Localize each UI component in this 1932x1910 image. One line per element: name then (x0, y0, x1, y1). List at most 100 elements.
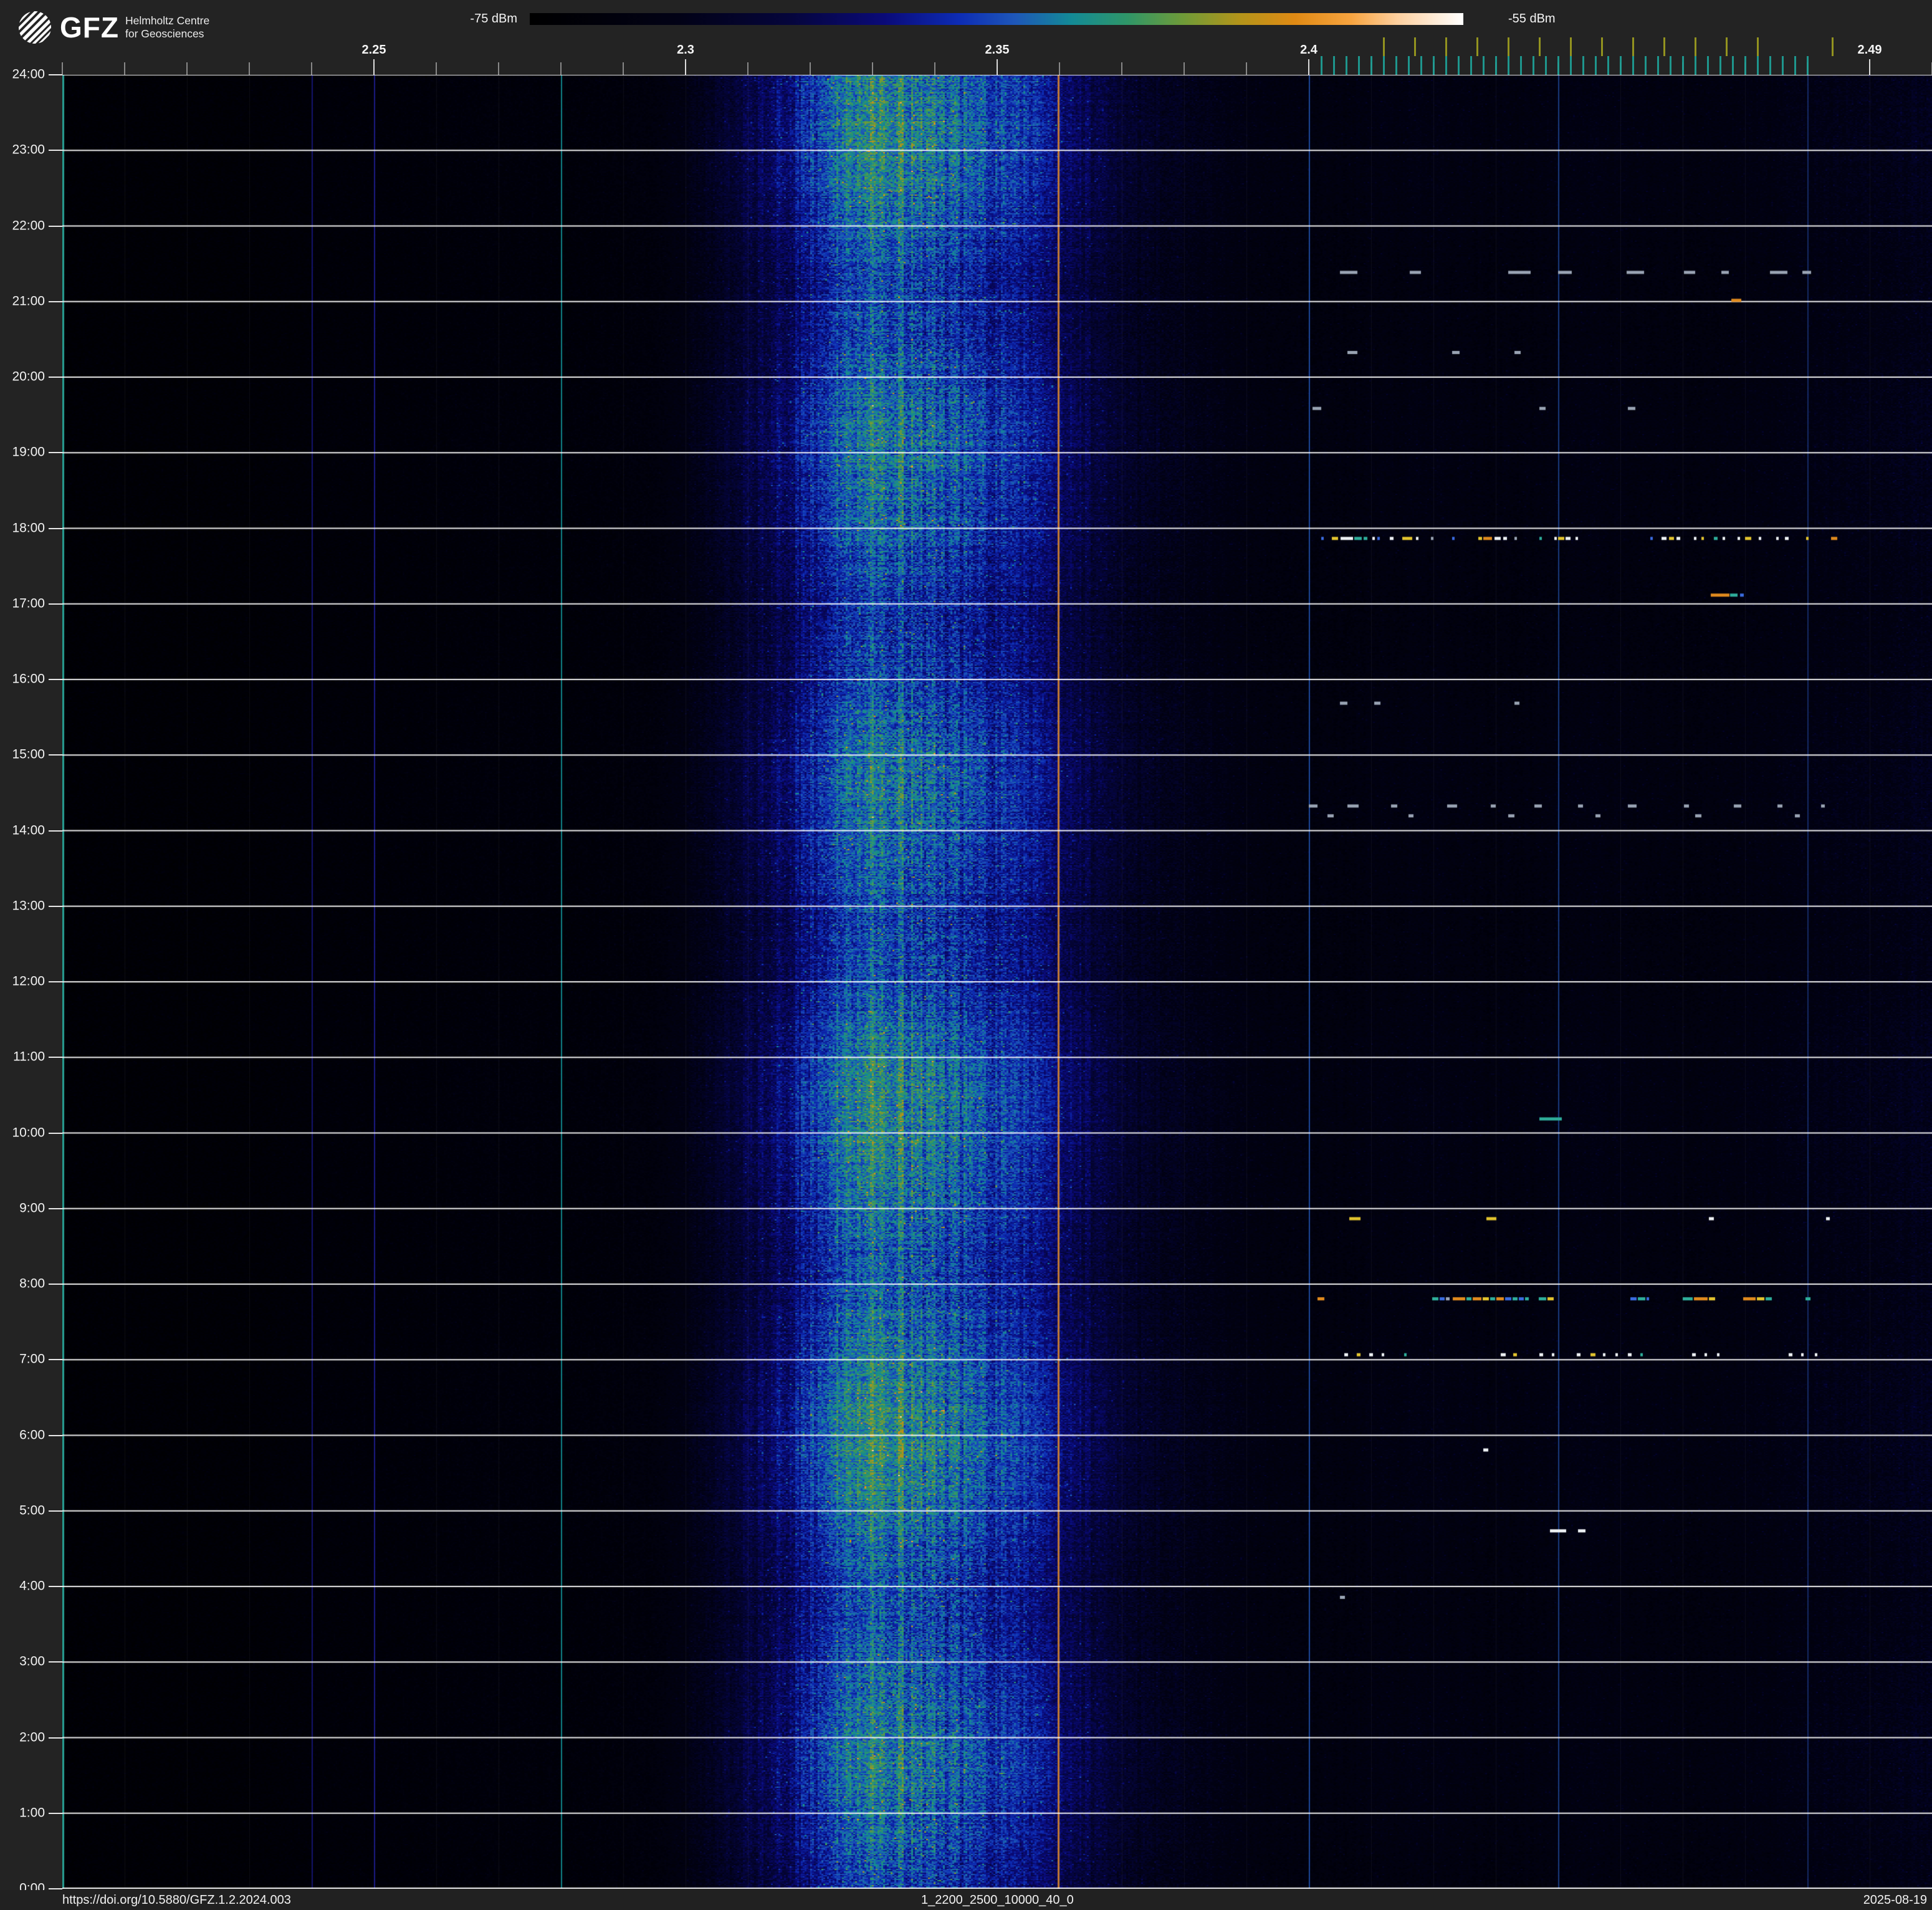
time-tick (49, 150, 62, 151)
time-tick (49, 1661, 62, 1663)
time-tick (49, 74, 62, 75)
ble-channel-tick (1731, 56, 1734, 75)
logo-institute-name: Helmholtz Centre for Geosciences (125, 14, 209, 41)
freq-label: 2.35 (985, 43, 1010, 57)
time-tick (49, 905, 62, 907)
ble-channel-tick (1382, 56, 1385, 75)
ble-channel-tick (1769, 56, 1771, 75)
ble-channel-tick (1569, 56, 1572, 75)
wifi-channel-tick (1725, 37, 1728, 56)
doi-link[interactable]: https://doi.org/10.5880/GFZ.1.2.2024.003 (62, 1890, 291, 1910)
freq-label: 2.49 (1857, 43, 1882, 57)
freq-minor-tick (436, 62, 437, 75)
ble-channel-tick (1320, 56, 1322, 75)
spectrogram-page: GFZ Helmholtz Centre for Geosciences -75… (0, 0, 1932, 1910)
time-tick (49, 603, 62, 605)
freq-major-tick (1308, 59, 1309, 75)
time-tick (49, 1207, 62, 1209)
time-label: 18:00 (12, 521, 45, 535)
time-tick (49, 225, 62, 227)
ble-channel-tick (1494, 56, 1497, 75)
wifi-channel-tick (1694, 37, 1696, 56)
time-label: 3:00 (19, 1654, 45, 1669)
freq-minor-tick (1246, 62, 1247, 75)
wifi-channel-tick (1756, 37, 1759, 56)
colorbar (530, 13, 1463, 25)
ble-channel-tick (1706, 56, 1709, 75)
ble-channel-tick (1669, 56, 1671, 75)
time-label: 11:00 (13, 1049, 45, 1064)
colorbar-max-label: -55 dBm (1508, 12, 1556, 26)
time-tick (49, 754, 62, 756)
wifi-channel-tick (1663, 37, 1665, 56)
freq-minor-tick (1184, 62, 1185, 75)
freq-minor-tick (747, 62, 748, 75)
time-tick (49, 1284, 62, 1285)
time-label: 14:00 (12, 823, 45, 838)
time-tick (49, 1359, 62, 1361)
wifi-channel-tick (1445, 37, 1447, 56)
gfz-logo: GFZ Helmholtz Centre for Geosciences (17, 10, 209, 45)
time-label: 19:00 (12, 444, 45, 459)
freq-major-tick (1869, 59, 1870, 75)
ble-channel-tick (1395, 56, 1397, 75)
logo-brand-text: GFZ (60, 11, 119, 44)
wifi-channel-tick (1600, 37, 1603, 56)
ble-channel-tick (1644, 56, 1647, 75)
ble-channel-tick (1657, 56, 1659, 75)
freq-major-tick (373, 59, 375, 75)
ble-channel-tick (1557, 56, 1559, 75)
time-label: 1:00 (19, 1805, 45, 1820)
time-tick (49, 1510, 62, 1512)
time-label: 16:00 (12, 671, 45, 686)
spectrogram-canvas (62, 75, 1932, 1889)
ble-channel-tick (1632, 56, 1634, 75)
time-tick (49, 1737, 62, 1739)
time-label: 7:00 (19, 1351, 45, 1366)
ble-channel-tick (1681, 56, 1684, 75)
ble-channel-tick (1332, 56, 1335, 75)
ble-channel-tick (1756, 56, 1759, 75)
time-label: 8:00 (19, 1276, 45, 1291)
ble-channel-tick (1519, 56, 1522, 75)
time-label: 10:00 (12, 1125, 45, 1140)
freq-minor-tick (623, 62, 624, 75)
time-tick (49, 1132, 62, 1134)
time-label: 13:00 (12, 898, 45, 913)
freq-minor-tick (1121, 62, 1122, 75)
footer-bar: https://doi.org/10.5880/GFZ.1.2.2024.003… (0, 1890, 1932, 1910)
ble-channel-tick (1806, 56, 1809, 75)
freq-minor-tick (311, 62, 312, 75)
ble-channel-tick (1482, 56, 1485, 75)
freq-label: 2.25 (361, 43, 386, 57)
time-tick (49, 1057, 62, 1058)
ble-channel-tick (1582, 56, 1584, 75)
wifi-channel-tick (1632, 37, 1634, 56)
ble-channel-tick (1607, 56, 1609, 75)
ble-channel-tick (1457, 56, 1460, 75)
time-tick (49, 830, 62, 832)
freq-minor-tick (498, 62, 499, 75)
ble-channel-tick (1432, 56, 1435, 75)
time-tick (49, 1434, 62, 1436)
wifi-channel-tick (1476, 37, 1478, 56)
time-tick (49, 527, 62, 529)
ble-channel-tick (1470, 56, 1472, 75)
freq-label: 2.3 (677, 43, 694, 57)
time-label: 6:00 (19, 1428, 45, 1442)
freq-minor-tick (124, 62, 125, 75)
ble-channel-tick (1420, 56, 1422, 75)
time-label: 15:00 (12, 747, 45, 762)
time-label: 5:00 (19, 1503, 45, 1518)
ble-channel-tick (1594, 56, 1597, 75)
time-tick (49, 1812, 62, 1814)
ble-channel-tick (1619, 56, 1622, 75)
wifi-channel-tick (1507, 37, 1509, 56)
wifi-channel-tick (1538, 37, 1541, 56)
ble-channel-tick (1407, 56, 1410, 75)
freq-minor-tick (934, 62, 935, 75)
wifi-channel-tick (1569, 37, 1572, 56)
time-label: 21:00 (12, 294, 45, 309)
freq-minor-tick (872, 62, 873, 75)
gfz-globe-icon (17, 10, 52, 45)
